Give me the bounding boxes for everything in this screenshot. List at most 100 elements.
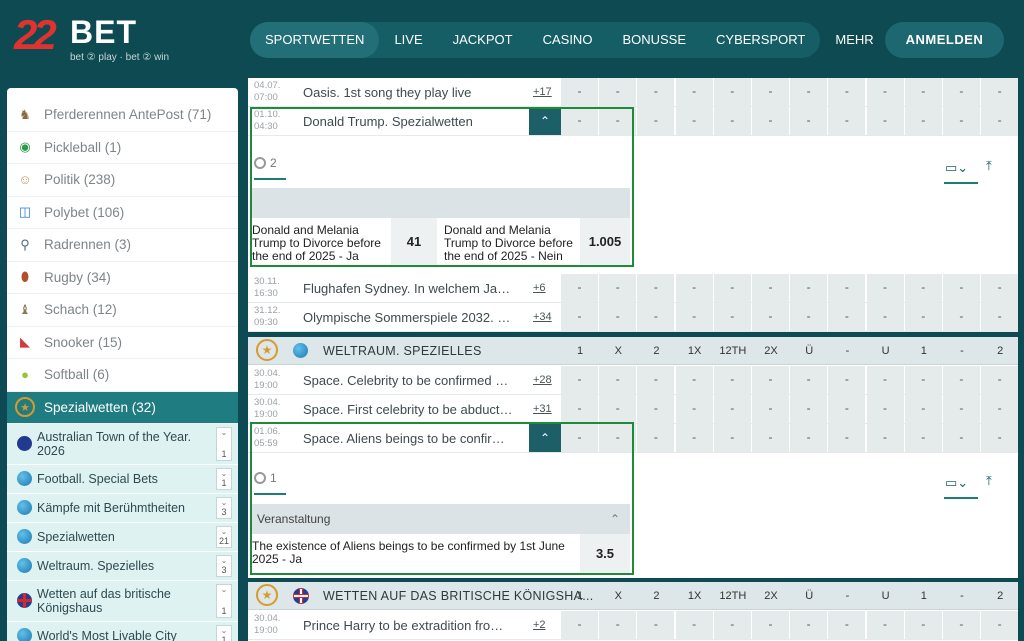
subitem-count-badge[interactable]: ⌄ 3: [216, 554, 232, 577]
odd-cell[interactable]: -: [713, 78, 751, 106]
subitem-count-badge[interactable]: ⌄ 1: [216, 624, 232, 641]
odd-cell[interactable]: -: [942, 395, 980, 423]
odd-cell[interactable]: -: [637, 274, 675, 302]
odd-cell[interactable]: -: [713, 424, 751, 452]
collapse-chevron-icon[interactable]: ⌃: [529, 107, 561, 135]
more-markets-link[interactable]: +17: [533, 86, 552, 98]
odd-cell[interactable]: -: [675, 395, 713, 423]
column-header[interactable]: Ü: [790, 582, 828, 610]
event-name[interactable]: Olympische Sommerspiele 2032. Glücksspie…: [303, 310, 513, 325]
odd-cell[interactable]: -: [790, 395, 828, 423]
odd-cell[interactable]: -: [713, 611, 751, 639]
odd-cell[interactable]: -: [713, 107, 751, 135]
odd-cell[interactable]: -: [942, 424, 980, 452]
odd-cell[interactable]: -: [942, 366, 980, 394]
odd-cell[interactable]: -: [828, 424, 866, 452]
odd-cell[interactable]: -: [599, 395, 637, 423]
sidebar-item-sport[interactable]: ♝ Schach (12): [7, 294, 238, 327]
column-header[interactable]: -: [828, 337, 866, 365]
event-row[interactable]: 04.07. 07:00 Oasis. 1st song they play li…: [248, 78, 1019, 107]
odd-cell[interactable]: -: [751, 395, 789, 423]
layout-toggle-icon[interactable]: ▭⌄: [945, 475, 968, 491]
sidebar-subitem[interactable]: World's Most Livable City ⌄ 1: [7, 621, 238, 641]
sidebar-subitem[interactable]: Wetten auf das britische Königshaus ⌄ 1: [7, 580, 238, 622]
market-odd[interactable]: 3.5: [580, 534, 630, 574]
column-header[interactable]: -: [943, 582, 981, 610]
column-header[interactable]: U: [867, 582, 905, 610]
odd-cell[interactable]: -: [866, 107, 904, 135]
more-markets-link[interactable]: +31: [533, 403, 552, 415]
event-row[interactable]: 01.10. 04:30 Donald Trump. Spezialwetten …: [248, 107, 1019, 136]
sidebar-subitem[interactable]: Weltraum. Spezielles ⌄ 3: [7, 551, 238, 581]
odd-cell[interactable]: -: [904, 107, 942, 135]
odd-cell[interactable]: -: [828, 366, 866, 394]
column-header[interactable]: U: [867, 337, 905, 365]
odd-cell[interactable]: -: [637, 303, 675, 331]
odd-cell[interactable]: -: [790, 611, 828, 639]
odd-cell[interactable]: -: [981, 395, 1019, 423]
odd-cell[interactable]: -: [904, 78, 942, 106]
collapse-double-chevron-icon[interactable]: ⌃: [610, 504, 620, 534]
odd-cell[interactable]: -: [675, 78, 713, 106]
column-header[interactable]: -: [828, 582, 866, 610]
odd-cell[interactable]: -: [828, 78, 866, 106]
event-row[interactable]: 30.04. 19:00 Prince Harry to be extraditi…: [248, 611, 1019, 640]
odd-cell[interactable]: -: [637, 424, 675, 452]
odd-cell[interactable]: -: [981, 303, 1019, 331]
column-header[interactable]: 1X: [676, 582, 714, 610]
odd-cell[interactable]: -: [713, 395, 751, 423]
odd-cell[interactable]: -: [904, 303, 942, 331]
odd-cell[interactable]: -: [599, 366, 637, 394]
event-name[interactable]: Prince Harry to be extradition from the: [303, 618, 513, 633]
odd-cell[interactable]: -: [599, 78, 637, 106]
odd-cell[interactable]: -: [942, 78, 980, 106]
odd-cell[interactable]: -: [637, 611, 675, 639]
subitem-count-badge[interactable]: ⌄ 3: [216, 496, 232, 519]
section-title[interactable]: WELTRAUM. SPEZIELLES: [323, 344, 482, 358]
sidebar-subitem[interactable]: Australian Town of the Year. 2026 ⌄ 1: [7, 423, 238, 465]
odd-cell[interactable]: -: [790, 107, 828, 135]
event-row[interactable]: 31.12. 09:30 Olympische Sommerspiele 2032…: [248, 303, 1019, 332]
column-header[interactable]: 2X: [752, 337, 790, 365]
odd-cell[interactable]: -: [751, 303, 789, 331]
odd-cell[interactable]: -: [866, 611, 904, 639]
event-name[interactable]: Oasis. 1st song they play live: [303, 85, 513, 100]
sidebar-item-spezialwetten[interactable]: ★ Spezialwetten (32): [7, 391, 238, 424]
odd-cell[interactable]: -: [751, 366, 789, 394]
odd-cell[interactable]: -: [675, 424, 713, 452]
market-count[interactable]: 1: [254, 471, 277, 485]
event-name[interactable]: Space. Aliens beings to be confirmed: [303, 431, 513, 446]
event-name[interactable]: Space. First celebrity to be abducted by: [303, 402, 513, 417]
pin-top-icon[interactable]: ⤒: [986, 473, 992, 489]
odd-cell[interactable]: -: [561, 611, 598, 639]
odd-cell[interactable]: -: [751, 274, 789, 302]
nav-mehr[interactable]: MEHR: [820, 22, 888, 58]
event-name[interactable]: Space. Celebrity to be confirmed as goin…: [303, 373, 513, 388]
odd-cell[interactable]: -: [866, 395, 904, 423]
sidebar-subitem[interactable]: Spezialwetten ⌄ 21: [7, 522, 238, 552]
odd-cell[interactable]: -: [637, 78, 675, 106]
subitem-count-badge[interactable]: ⌄ 1: [216, 467, 232, 490]
odd-cell[interactable]: -: [790, 424, 828, 452]
subitem-count-badge[interactable]: ⌄ 1: [216, 426, 232, 461]
odd-cell[interactable]: -: [828, 303, 866, 331]
sidebar-item-sport[interactable]: ⬮ Rugby (34): [7, 262, 238, 294]
event-name[interactable]: Flughafen Sydney. In welchem Jahr wird: [303, 281, 513, 296]
column-header[interactable]: 1X: [676, 337, 714, 365]
column-header[interactable]: 2: [637, 337, 675, 365]
column-header[interactable]: 2X: [752, 582, 790, 610]
event-name[interactable]: Donald Trump. Spezialwetten: [303, 114, 513, 129]
odd-cell[interactable]: -: [675, 274, 713, 302]
column-header[interactable]: Ü: [790, 337, 828, 365]
odd-cell[interactable]: -: [751, 78, 789, 106]
odd-cell[interactable]: -: [675, 611, 713, 639]
site-logo[interactable]: 22 BET bet ② play · bet ② win: [14, 12, 184, 68]
odd-cell[interactable]: -: [751, 611, 789, 639]
odd-cell[interactable]: -: [828, 395, 866, 423]
column-header[interactable]: 12TH: [714, 337, 752, 365]
odd-cell[interactable]: -: [599, 303, 637, 331]
column-header[interactable]: 12TH: [714, 582, 752, 610]
odd-cell[interactable]: -: [904, 395, 942, 423]
odd-cell[interactable]: -: [790, 274, 828, 302]
event-row[interactable]: 30.04. 19:00 Space. First celebrity to be…: [248, 395, 1019, 424]
